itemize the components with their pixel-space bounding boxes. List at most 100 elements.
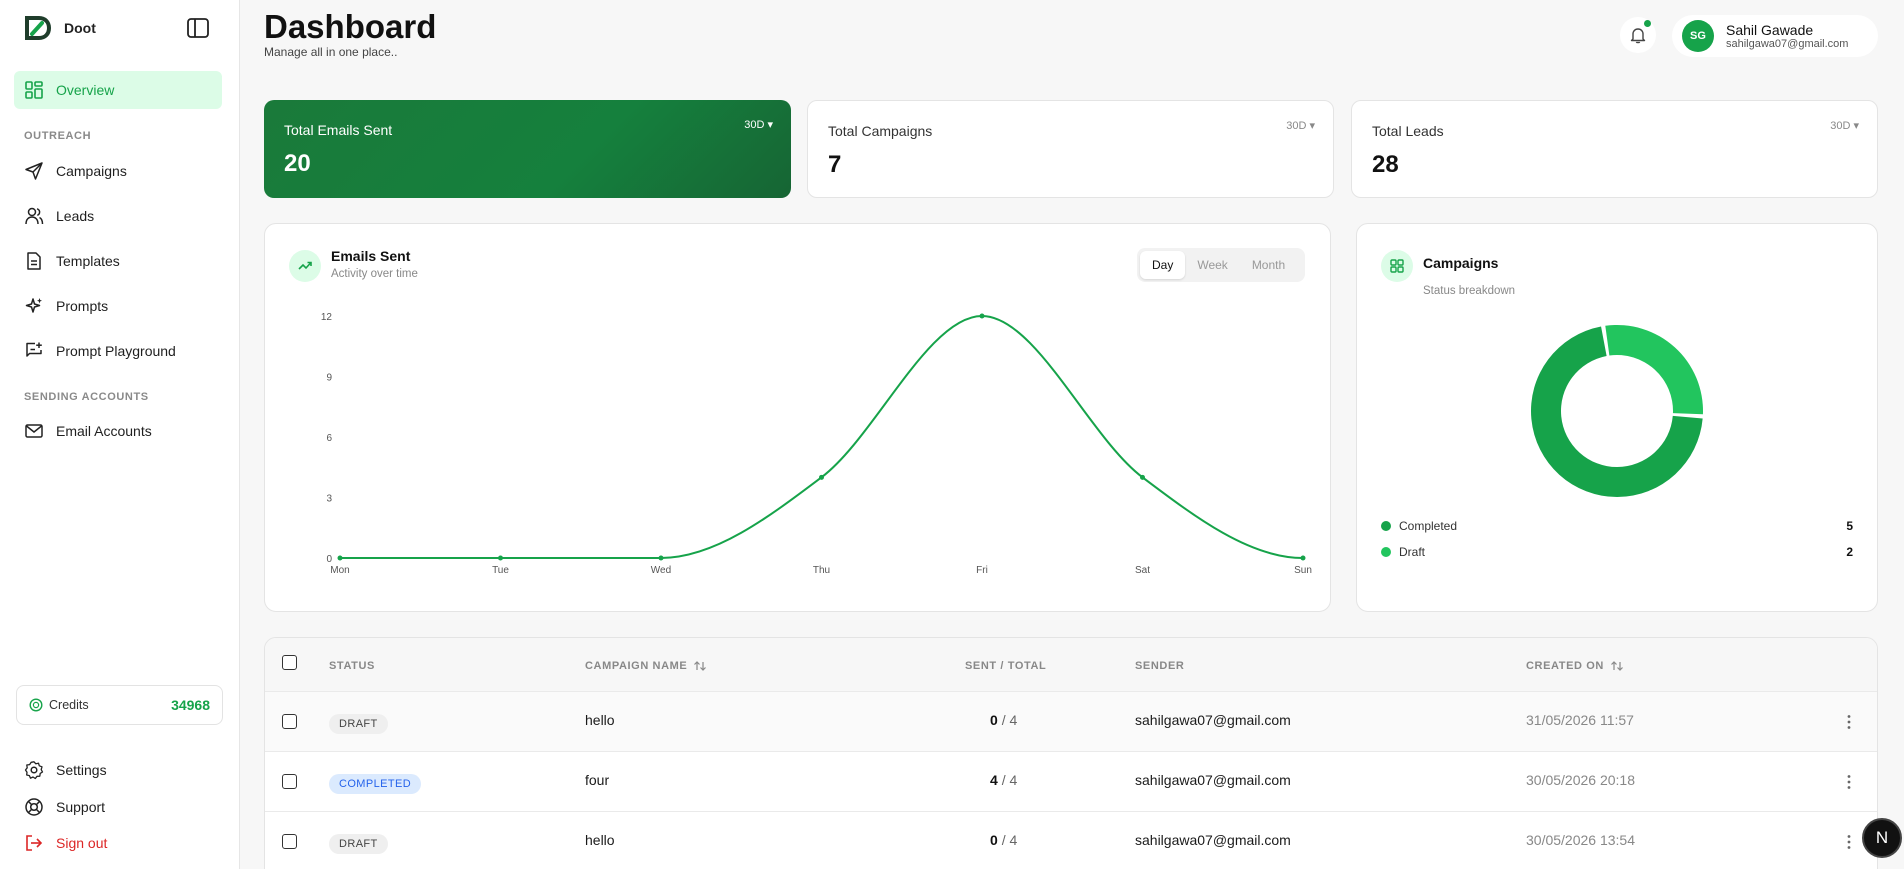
campaign-name[interactable]: four: [585, 772, 609, 788]
doot-logo: [25, 16, 52, 40]
sidebar-item-sign-out[interactable]: Sign out: [14, 827, 222, 859]
data-point: [1300, 555, 1306, 561]
legend-count: 5: [1846, 519, 1853, 533]
legend-count: 2: [1846, 545, 1853, 559]
sidebar-item-overview[interactable]: Overview: [14, 71, 222, 109]
sidebar-item-prompts[interactable]: Prompts: [14, 287, 222, 325]
stat-value: 20: [284, 150, 311, 177]
data-point: [819, 474, 824, 480]
sidebar-toggle-icon[interactable]: [186, 17, 210, 39]
users-icon: [25, 207, 44, 225]
sidebar-item-support[interactable]: Support: [14, 791, 222, 823]
mail-icon: [25, 424, 43, 438]
avatar: SG: [1682, 20, 1714, 52]
table-row[interactable]: DRAFT hello 0 / 4 sahilgawa07@gmail.com …: [265, 692, 1877, 752]
more-vertical-icon[interactable]: [1839, 772, 1859, 792]
section-heading-outreach: OUTREACH: [24, 130, 92, 142]
row-checkbox[interactable]: [282, 774, 297, 789]
more-vertical-icon[interactable]: [1839, 712, 1859, 732]
bell-icon: [1630, 28, 1646, 44]
caret-down-icon: ▾: [1853, 120, 1859, 132]
sender-email: sahilgawa07@gmail.com: [1135, 832, 1291, 848]
file-text-icon: [27, 252, 41, 270]
emails-sent-panel: Emails Sent Activity over time Day Week …: [264, 223, 1331, 612]
column-label: CREATED ON: [1526, 660, 1604, 672]
table-row[interactable]: DRAFT hello 0 / 4 sahilgawa07@gmail.com …: [265, 812, 1877, 869]
sidebar-item-leads[interactable]: Leads: [14, 197, 222, 235]
sent-total: 0 / 4: [990, 712, 1017, 728]
sidebar-item-label: Templates: [56, 253, 120, 269]
column-label: STATUS: [329, 660, 375, 672]
sidebar-item-email-accounts[interactable]: Email Accounts: [14, 412, 222, 450]
sidebar-item-templates[interactable]: Templates: [14, 242, 222, 280]
data-point: [337, 555, 343, 561]
y-tick-label: 0: [326, 554, 332, 565]
table-header: STATUS CAMPAIGN NAME SENT / TOTAL SENDER…: [265, 638, 1877, 692]
caret-down-icon: ▾: [1309, 120, 1315, 132]
legend-swatch: [1381, 521, 1391, 531]
row-checkbox[interactable]: [282, 714, 297, 729]
y-tick-label: 6: [326, 433, 332, 444]
brand[interactable]: Doot: [24, 14, 96, 42]
stat-label: Total Campaigns: [828, 123, 933, 139]
notifications-button[interactable]: [1620, 17, 1656, 53]
created-on: 30/05/2026 20:18: [1526, 772, 1635, 788]
donut-slice-draft: [1605, 325, 1703, 415]
layout-grid-icon: [25, 81, 43, 99]
sidebar-item-label: Prompt Playground: [56, 343, 176, 359]
column-header-created-on[interactable]: CREATED ON: [1526, 660, 1624, 672]
stat-card-leads: Total Leads 28 30D ▾: [1351, 100, 1878, 198]
sort-icon[interactable]: [1610, 660, 1624, 672]
status-badge: DRAFT: [329, 834, 388, 854]
credits-value: 34968: [171, 697, 210, 713]
total-count: / 4: [1001, 772, 1018, 788]
sidebar-item-prompt-playground[interactable]: Prompt Playground: [14, 332, 222, 370]
stat-value: 28: [1372, 151, 1399, 178]
sidebar-item-label: Prompts: [56, 298, 109, 314]
emails-line-chart: 0 3 6 9 12 Mon Tue Wed Thu Fri Sat Sun: [321, 312, 1312, 576]
column-label: SENDER: [1135, 660, 1185, 672]
sort-icon[interactable]: [693, 660, 707, 672]
sent-count: 4: [990, 772, 998, 788]
column-header-campaign-name[interactable]: CAMPAIGN NAME: [585, 660, 707, 672]
sidebar-item-label: Sign out: [56, 835, 108, 851]
y-tick-label: 9: [326, 373, 332, 384]
credits-box: Credits 34968: [16, 685, 223, 725]
more-vertical-icon[interactable]: [1839, 832, 1859, 852]
range-dropdown[interactable]: 30D ▾: [1286, 119, 1315, 132]
x-tick-label: Sat: [1135, 565, 1150, 576]
total-count: / 4: [1001, 712, 1018, 728]
row-checkbox[interactable]: [282, 834, 297, 849]
sent-total: 4 / 4: [990, 772, 1017, 788]
column-header-sender: SENDER: [1135, 660, 1184, 672]
column-header-sent-total: SENT / TOTAL: [965, 660, 1046, 672]
section-heading-sending-accounts: SENDING ACCOUNTS: [24, 391, 149, 403]
x-tick-label: Thu: [813, 565, 830, 576]
lifebuoy-icon: [25, 798, 43, 816]
sidebar-item-label: Email Accounts: [56, 423, 152, 439]
user-menu[interactable]: SG Sahil Gawade sahilgawa07@gmail.com: [1672, 15, 1878, 57]
table-row[interactable]: COMPLETED four 4 / 4 sahilgawa07@gmail.c…: [265, 752, 1877, 812]
page-title: Dashboard: [264, 8, 437, 45]
sparkles-icon: [25, 298, 42, 313]
range-dropdown[interactable]: 30D ▾: [1830, 119, 1859, 132]
sidebar-item-label: Leads: [56, 208, 95, 224]
sidebar-item-campaigns[interactable]: Campaigns: [14, 152, 222, 190]
select-all-checkbox[interactable]: [282, 655, 297, 670]
campaign-name[interactable]: hello: [585, 832, 615, 848]
x-tick-label: Fri: [976, 565, 988, 576]
dev-indicator-badge[interactable]: N: [1862, 818, 1902, 858]
sidebar-item-settings[interactable]: Settings: [14, 754, 222, 786]
column-label: SENT / TOTAL: [965, 660, 1047, 672]
caret-down-icon: ▾: [767, 119, 773, 131]
created-on: 31/05/2026 11:57: [1526, 712, 1634, 728]
campaign-name[interactable]: hello: [585, 712, 615, 728]
legend-item-completed: Completed 5: [1381, 516, 1853, 536]
brand-name: Doot: [64, 20, 96, 36]
sent-count: 0: [990, 832, 998, 848]
logout-icon: [26, 835, 43, 851]
sender-email: sahilgawa07@gmail.com: [1135, 772, 1291, 788]
range-dropdown[interactable]: 30D ▾: [744, 118, 773, 131]
sidebar-item-label: Overview: [56, 82, 115, 98]
created-on: 30/05/2026 13:54: [1526, 832, 1635, 848]
